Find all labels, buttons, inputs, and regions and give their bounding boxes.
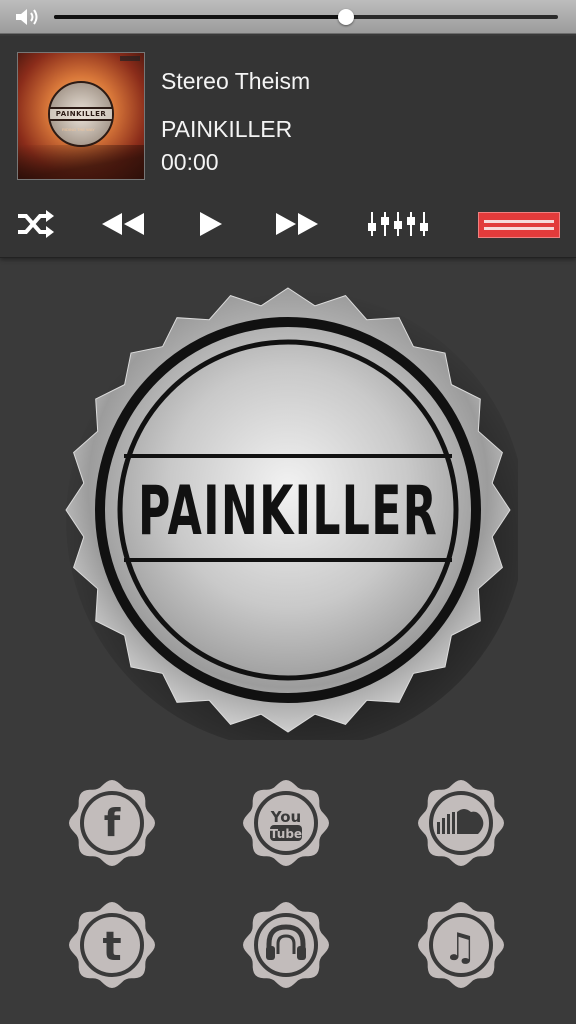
track-title: PAINKILLER — [161, 116, 293, 142]
album-badge-text: PAINKILLER — [50, 107, 112, 121]
rewind-button[interactable] — [98, 202, 148, 246]
rewind-icon — [102, 213, 144, 235]
soundcloud-icon — [418, 780, 504, 866]
album-badge: PAINKILLER — [48, 81, 114, 147]
volume-bar — [0, 0, 576, 34]
soundcloud-button[interactable] — [416, 778, 506, 868]
artist-name: Stereo Theism — [161, 68, 311, 94]
menu-icon-line — [484, 227, 554, 230]
shuffle-button[interactable] — [14, 202, 56, 246]
svg-text:Tube: Tube — [270, 827, 302, 841]
painkiller-logo: PAINKILLER — [58, 280, 526, 750]
speaker-icon[interactable] — [14, 6, 44, 28]
music-note-icon: ♫ — [418, 902, 504, 988]
headphones-icon — [243, 902, 329, 988]
menu-button[interactable] — [478, 212, 560, 238]
facebook-button[interactable]: f — [67, 778, 157, 868]
logo-text: PAINKILLER — [138, 472, 438, 551]
fast-forward-button[interactable] — [272, 202, 322, 246]
menu-icon — [484, 220, 554, 223]
volume-fill — [54, 15, 347, 19]
player-panel: PAINKILLER RIDING THE WAY Stereo Theism … — [0, 36, 576, 258]
playback-controls — [0, 202, 576, 246]
album-label-tag — [120, 56, 140, 61]
svg-text:t: t — [102, 924, 121, 970]
volume-thumb[interactable] — [338, 9, 355, 25]
youtube-icon: You Tube — [243, 780, 329, 866]
volume-slider[interactable] — [54, 9, 558, 25]
youtube-button[interactable]: You Tube — [241, 778, 331, 868]
fast-forward-icon — [276, 213, 318, 235]
headphones-button[interactable] — [241, 900, 331, 990]
album-subtitle: RIDING THE WAY — [62, 127, 95, 132]
music-button[interactable]: ♫ — [416, 900, 506, 990]
bottle-cap-badge: PAINKILLER — [65, 287, 526, 750]
svg-text:You: You — [270, 808, 301, 826]
shuffle-icon — [18, 210, 54, 238]
svg-text:♫: ♫ — [443, 925, 477, 969]
album-art: PAINKILLER RIDING THE WAY — [17, 52, 145, 180]
play-icon — [200, 212, 222, 236]
facebook-icon: f — [69, 780, 155, 866]
play-button[interactable] — [190, 202, 230, 246]
equalizer-icon — [368, 212, 428, 236]
album-road — [18, 145, 144, 179]
tumblr-icon: t — [69, 902, 155, 988]
tumblr-button[interactable]: t — [67, 900, 157, 990]
equalizer-button[interactable] — [364, 202, 434, 246]
svg-text:f: f — [104, 801, 121, 845]
track-time: 00:00 — [161, 149, 219, 175]
